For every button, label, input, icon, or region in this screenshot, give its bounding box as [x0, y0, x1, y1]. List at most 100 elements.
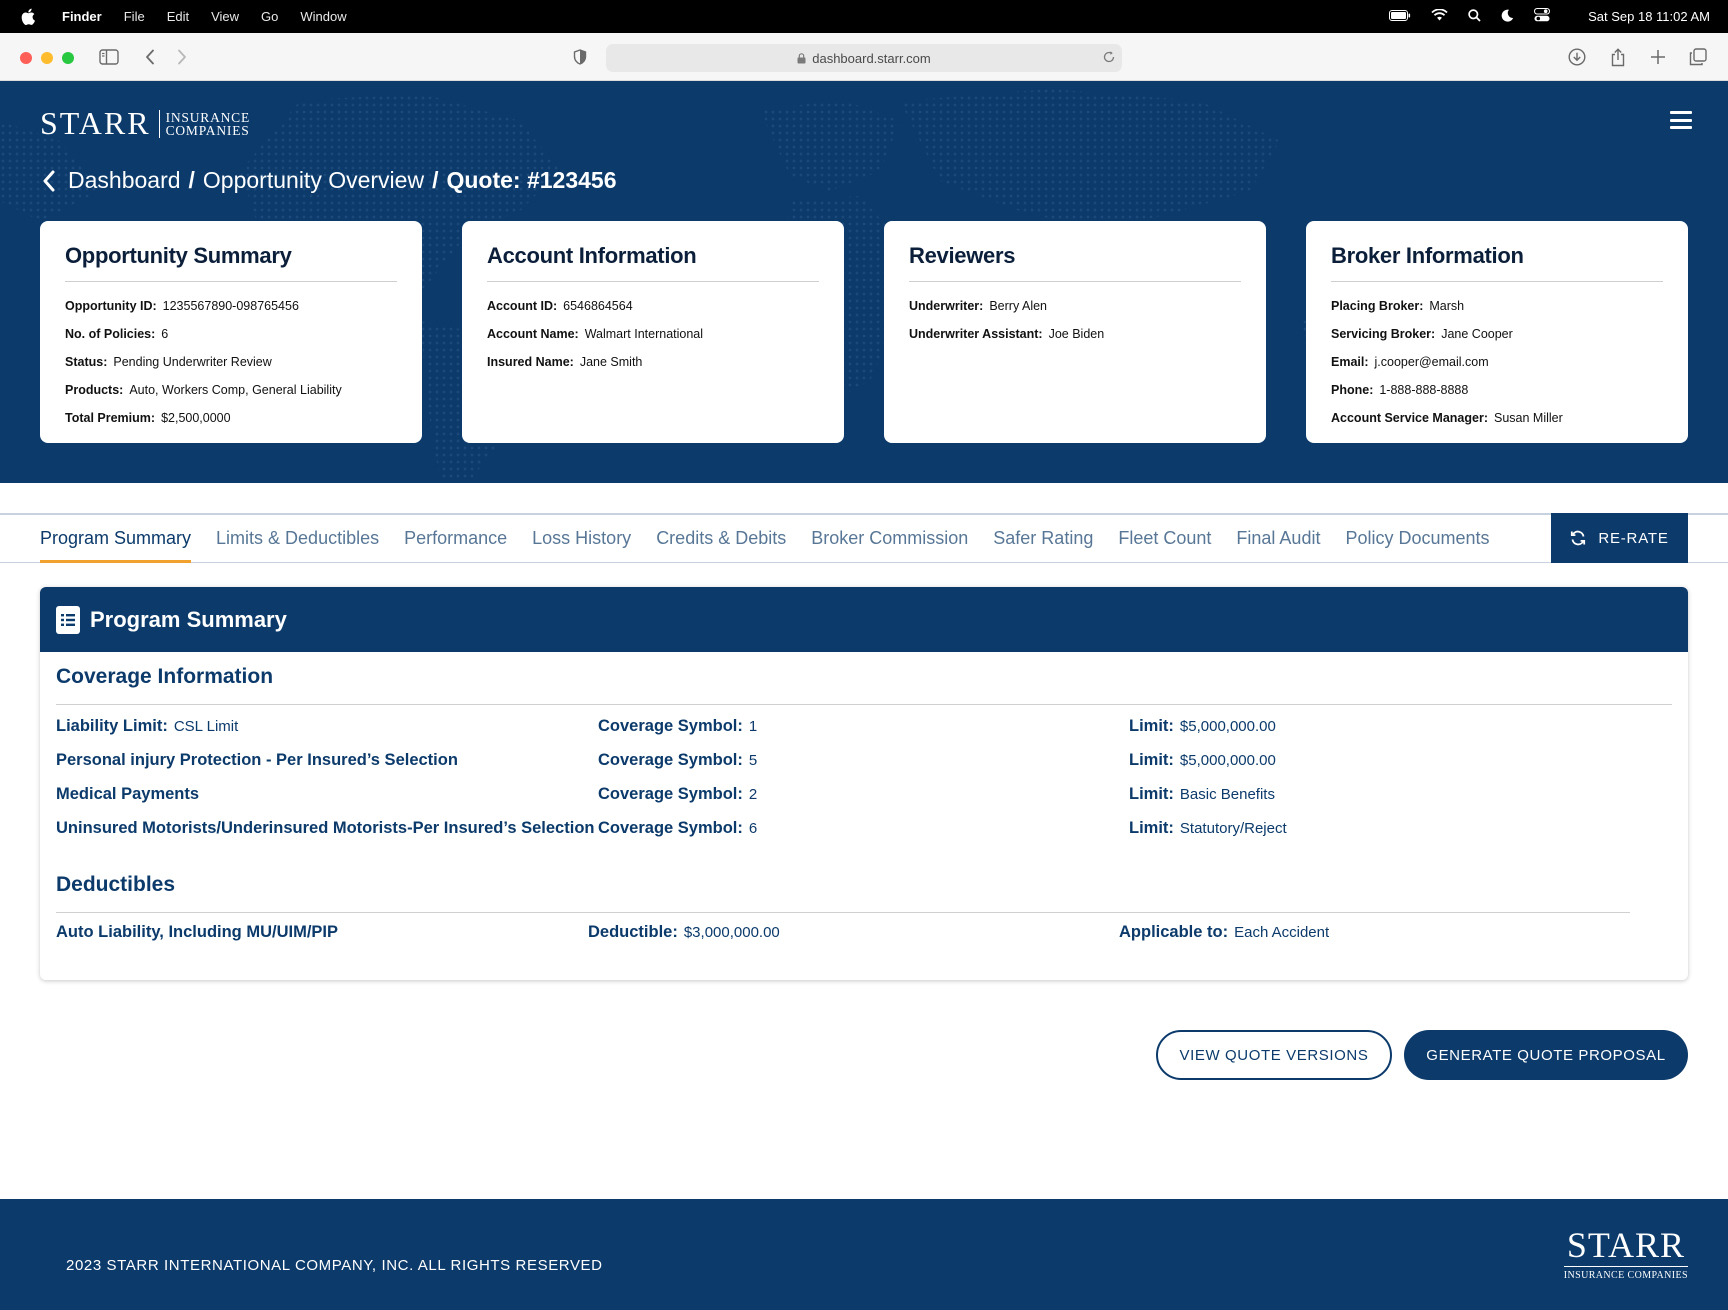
- list-icon: [56, 605, 80, 634]
- coverage-symbol-value: 2: [748, 786, 758, 803]
- tab-program-summary[interactable]: Program Summary: [40, 515, 192, 563]
- minimize-window-button[interactable]: [41, 52, 53, 64]
- close-window-button[interactable]: [20, 52, 32, 64]
- footer-logo-divider: [1563, 1266, 1688, 1267]
- tab-safer-rating[interactable]: Safer Rating: [993, 515, 1093, 563]
- no-of-policies-row: No. of Policies: 6: [65, 327, 169, 341]
- status-value: Pending Underwriter Review: [113, 355, 272, 369]
- section-divider: [56, 704, 1672, 705]
- logo-wordmark: STARR: [40, 105, 151, 141]
- forward-arrow-icon[interactable]: [170, 45, 194, 69]
- view-quote-versions-button[interactable]: VIEW QUOTE VERSIONS: [1156, 1030, 1392, 1080]
- coverage-symbol-value: 6: [748, 820, 758, 837]
- tab-credits-debits[interactable]: Credits & Debits: [656, 515, 786, 563]
- deductible-name: Auto Liability, Including MU/UIM/PIP: [56, 923, 339, 941]
- card-title: Account Information: [487, 243, 819, 282]
- spotlight-icon[interactable]: [1468, 8, 1481, 25]
- menu-app-name[interactable]: Finder: [62, 9, 102, 24]
- lock-icon: [797, 52, 806, 64]
- card-title: Reviewers: [909, 243, 1241, 282]
- applicable-to-value: Each Accident: [1234, 924, 1330, 941]
- sidebar-toggle-icon[interactable]: [97, 45, 121, 69]
- menu-view[interactable]: View: [211, 9, 239, 24]
- section-divider: [56, 912, 1630, 913]
- tab-limits-deductibles[interactable]: Limits & Deductibles: [216, 515, 379, 563]
- tab-policy-documents[interactable]: Policy Documents: [1345, 515, 1489, 563]
- battery-icon[interactable]: [1389, 9, 1411, 24]
- footer-starr-logo: STARR INSURANCE COMPANIES: [1563, 1227, 1688, 1281]
- coverage-name-value: CSL Limit: [173, 718, 239, 735]
- re-rate-button[interactable]: RE-RATE: [1551, 513, 1688, 563]
- tab-overview-icon[interactable]: [1686, 45, 1710, 69]
- coverage-information-title: Coverage Information: [56, 665, 274, 688]
- coverage-limit-value: $5,000,000.00: [1179, 752, 1276, 769]
- phone-row: Phone: 1-888-888-8888: [1331, 383, 1469, 397]
- coverage-name: Personal injury Protection - Per Insured…: [56, 751, 458, 769]
- menubar-status-area: Sat Sep 18 11:02 AM: [1389, 0, 1710, 33]
- program-summary-panel: Program Summary Coverage Information Lia…: [40, 587, 1688, 980]
- tab-final-audit[interactable]: Final Audit: [1236, 515, 1320, 563]
- logo-subtitle: INSURANCE COMPANIES: [166, 110, 250, 137]
- summary-cards: Opportunity Summary Opportunity ID: 12355…: [40, 221, 1688, 443]
- status-row: Status: Pending Underwriter Review: [65, 355, 272, 369]
- card-title: Opportunity Summary: [65, 243, 397, 282]
- no-of-policies-value: 6: [161, 327, 169, 341]
- breadcrumb-current-quote: Quote: #123456: [446, 167, 617, 193]
- apple-icon[interactable]: [18, 7, 38, 27]
- account-information-card: Account Information Account ID: 654686456…: [462, 221, 844, 443]
- account-id-value: 6546864564: [563, 299, 633, 313]
- email-value[interactable]: j.cooper@email.com: [1375, 355, 1489, 369]
- menu-go[interactable]: Go: [261, 9, 278, 24]
- coverage-row: Medical Payments Coverage Symbol: 2 Limit…: [56, 785, 1275, 803]
- card-title: Broker Information: [1331, 243, 1663, 282]
- chevron-left-icon[interactable]: [42, 169, 62, 193]
- account-service-manager-row: Account Service Manager: Susan Miller: [1331, 411, 1563, 425]
- insured-name-row: Insured Name: Jane Smith: [487, 355, 643, 369]
- deductible-value: $3,000,000.00: [683, 924, 780, 941]
- tab-loss-history[interactable]: Loss History: [532, 515, 631, 563]
- breadcrumb-dashboard[interactable]: Dashboard: [68, 167, 181, 194]
- tab-broker-commission[interactable]: Broker Commission: [811, 515, 968, 563]
- coverage-limit-value: $5,000,000.00: [1179, 718, 1276, 735]
- generate-quote-proposal-button[interactable]: GENERATE QUOTE PROPOSAL: [1404, 1030, 1688, 1080]
- opportunity-summary-card: Opportunity Summary Opportunity ID: 12355…: [40, 221, 422, 443]
- menubar-clock[interactable]: Sat Sep 18 11:02 AM: [1588, 9, 1710, 24]
- url-text: dashboard.starr.com: [812, 50, 931, 66]
- new-tab-icon[interactable]: [1646, 45, 1670, 69]
- reload-icon[interactable]: [1102, 50, 1116, 67]
- coverage-symbol-value: 1: [748, 718, 758, 735]
- phone-value: 1-888-888-8888: [1379, 383, 1469, 397]
- zoom-window-button[interactable]: [62, 52, 74, 64]
- menu-window[interactable]: Window: [300, 9, 346, 24]
- breadcrumb-opportunity-overview[interactable]: Opportunity Overview: [203, 167, 424, 194]
- window-controls: [20, 52, 74, 64]
- tab-fleet-count[interactable]: Fleet Count: [1118, 515, 1211, 563]
- products-row: Products: Auto, Workers Comp, General Lia…: [65, 383, 342, 397]
- servicing-broker-row: Servicing Broker: Jane Cooper: [1331, 327, 1513, 341]
- deductible-row: Auto Liability, Including MU/UIM/PIP Ded…: [56, 923, 1330, 941]
- back-arrow-icon[interactable]: [138, 45, 162, 69]
- address-bar[interactable]: dashboard.starr.com: [606, 44, 1122, 72]
- reviewers-card: Reviewers Underwriter: Berry Alen Underwr…: [884, 221, 1266, 443]
- menu-edit[interactable]: Edit: [167, 9, 189, 24]
- wifi-icon[interactable]: [1431, 8, 1448, 24]
- control-center-icon[interactable]: [1534, 8, 1551, 25]
- downloads-icon[interactable]: [1565, 45, 1589, 69]
- share-icon[interactable]: [1606, 45, 1630, 69]
- focus-moon-icon[interactable]: [1501, 9, 1514, 25]
- account-id-row: Account ID: 6546864564: [487, 299, 633, 313]
- underwriter-assistant-value: Joe Biden: [1048, 327, 1105, 341]
- account-name-row: Account Name: Walmart International: [487, 327, 704, 341]
- breadcrumb-separator: /: [432, 167, 439, 193]
- tab-performance[interactable]: Performance: [404, 515, 507, 563]
- underwriter-assistant-row: Underwriter Assistant: Joe Biden: [909, 327, 1105, 341]
- refresh-icon: [1570, 530, 1586, 546]
- coverage-name: Uninsured Motorists/Underinsured Motoris…: [56, 819, 595, 837]
- hamburger-menu-icon[interactable]: [1670, 111, 1692, 129]
- tab-bar: Program Summary Limits & Deductibles Per…: [0, 513, 1728, 563]
- starr-logo[interactable]: STARR INSURANCE COMPANIES: [40, 105, 250, 142]
- coverage-row: Personal injury Protection - Per Insured…: [56, 751, 1276, 769]
- privacy-shield-icon[interactable]: [568, 45, 592, 69]
- servicing-broker-value: Jane Cooper: [1441, 327, 1513, 341]
- menu-file[interactable]: File: [124, 9, 145, 24]
